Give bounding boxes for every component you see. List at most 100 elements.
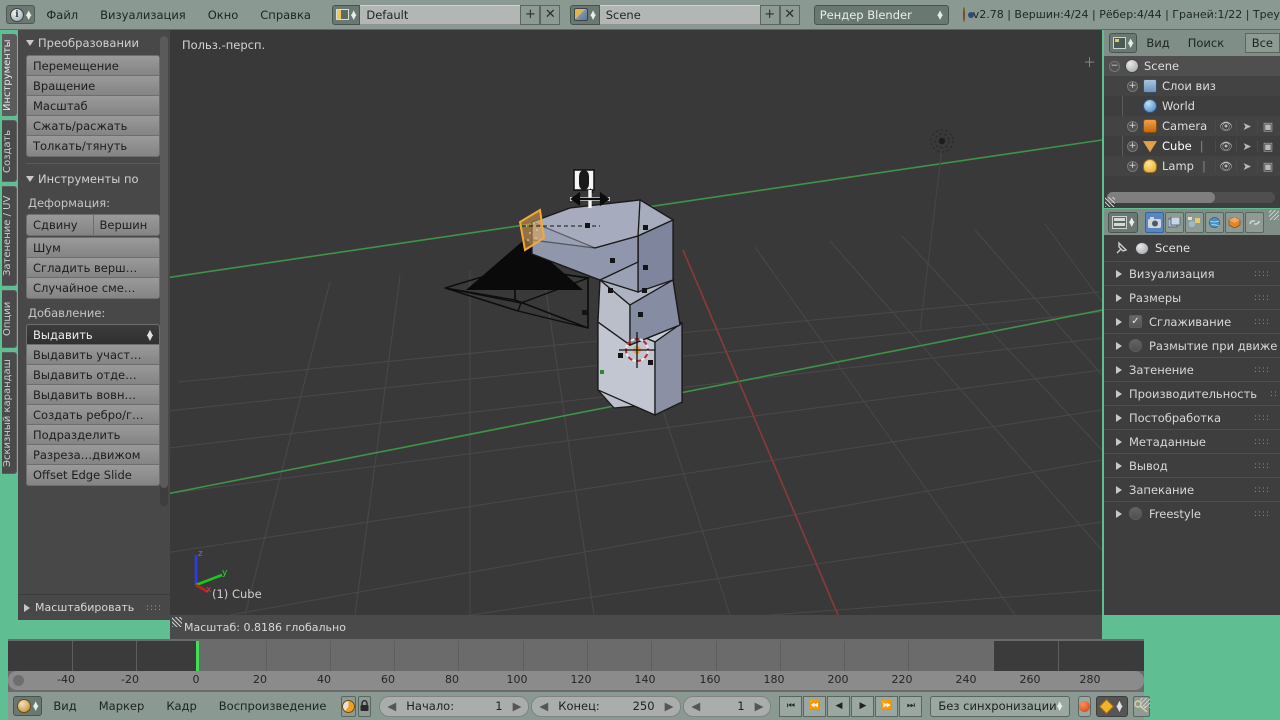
tab-scene[interactable]	[1185, 211, 1205, 233]
current-frame-field[interactable]: ◀ 1 ▶	[683, 695, 772, 717]
anti-aliasing-checkbox[interactable]: ✓	[1129, 315, 1142, 328]
jump-to-start-button[interactable]: ⏮	[779, 695, 803, 717]
delete-scene-button[interactable]: ✕	[779, 4, 800, 25]
section-motion-blur[interactable]: Размытие при движе	[1104, 333, 1280, 357]
offset-edge-slide-button[interactable]: Offset Edge Slide	[27, 465, 159, 485]
push-pull-button[interactable]: Толкать/тянуть	[27, 136, 159, 156]
expand-toggle-icon[interactable]: +	[1127, 140, 1138, 152]
section-freestyle[interactable]: Freestyle ::::	[1104, 501, 1280, 525]
extrude-dropdown-button[interactable]: Выдавить ▲ ▼	[27, 325, 159, 345]
extrude-individual-button[interactable]: Выдавить отде…	[27, 365, 159, 385]
outliner-row-cube[interactable]: + Cube | 👁 ➤ ▣	[1104, 136, 1280, 156]
timeline-ruler[interactable]: -40 -20 0 20 40 60 80 100 120 140 160 18…	[8, 671, 1144, 690]
lock-time-button[interactable]	[358, 695, 372, 717]
motion-blur-checkbox[interactable]	[1129, 339, 1142, 352]
pin-icon[interactable]	[1114, 240, 1129, 256]
end-frame-field[interactable]: ◀ Конец: 250 ▶	[531, 695, 682, 717]
scale-button[interactable]: Масштаб	[27, 96, 159, 116]
jump-to-end-button[interactable]: ⏭	[899, 695, 923, 717]
scene-browse-button[interactable]: ▲ ▼	[570, 4, 600, 25]
play-button[interactable]: ▶	[851, 695, 875, 717]
section-performance[interactable]: Производительность ::	[1104, 381, 1280, 405]
resize-grip-icon[interactable]	[1140, 698, 1150, 708]
add-scene-button[interactable]: +	[759, 4, 780, 25]
sidebar-item-create[interactable]: Создать	[2, 120, 17, 182]
jump-next-keyframe-button[interactable]: ⏩	[875, 695, 899, 717]
timeline-menu-playback[interactable]: Воспроизведение	[208, 692, 338, 720]
outliner-row-scene[interactable]: − Scene	[1104, 56, 1280, 76]
section-dimensions[interactable]: Размеры ::::	[1104, 285, 1280, 309]
timeline-editor-type-button[interactable]: ▲ ▼	[13, 696, 43, 716]
collapse-toggle-icon[interactable]: −	[1109, 60, 1120, 72]
renderable-toggle-icon[interactable]: ▣	[1257, 139, 1278, 153]
resize-grip-icon[interactable]	[1269, 210, 1279, 220]
screen-layout-name[interactable]: Default	[360, 4, 521, 25]
shear-button[interactable]: Сдвину	[27, 215, 94, 235]
shrink-fatten-button[interactable]: Сжать/расжать	[27, 116, 159, 136]
timeline-menu-view[interactable]: Вид	[42, 692, 87, 720]
visibility-toggle-icon[interactable]: 👁	[1215, 119, 1236, 133]
screen-layout-browse-button[interactable]: ▲ ▼	[331, 4, 361, 25]
section-bake[interactable]: Запекание ::::	[1104, 477, 1280, 501]
freestyle-checkbox[interactable]	[1129, 507, 1142, 520]
renderable-toggle-icon[interactable]: ▣	[1257, 119, 1278, 133]
start-frame-field[interactable]: ◀ Начало: 1 ▶	[379, 695, 530, 717]
section-output[interactable]: Вывод ::::	[1104, 453, 1280, 477]
timeline-menu-frame[interactable]: Кадр	[155, 692, 207, 720]
outliner-row-world[interactable]: World	[1104, 96, 1280, 116]
smooth-vertex-button[interactable]: Сгладить верш…	[27, 258, 159, 278]
jump-prev-keyframe-button[interactable]: ⏪	[803, 695, 827, 717]
rotate-button[interactable]: Вращение	[27, 76, 159, 96]
visibility-toggle-icon[interactable]: 👁	[1215, 159, 1236, 173]
translate-button[interactable]: Перемещение	[27, 56, 159, 76]
tab-world[interactable]	[1205, 211, 1225, 233]
subdivide-button[interactable]: Подразделить	[27, 425, 159, 445]
render-engine-dropdown[interactable]: Рендер Blender ▲ ▼	[813, 4, 949, 25]
sidebar-item-tools[interactable]: Инструменты	[2, 34, 17, 116]
menu-file[interactable]: Файл	[35, 0, 89, 30]
outliner-row-camera[interactable]: + Camera 👁 ➤ ▣	[1104, 116, 1280, 136]
loop-cut-slide-button[interactable]: Разреза…движом	[27, 445, 159, 465]
viewport-panel-toggle[interactable]: ＋	[1083, 52, 1096, 71]
resize-grip-icon[interactable]	[172, 617, 182, 627]
outliner-display-mode[interactable]: Все	[1244, 33, 1280, 53]
properties-editor-type-button[interactable]: ▲ ▼	[1108, 211, 1139, 233]
selectable-toggle-icon[interactable]: ➤	[1236, 159, 1257, 173]
outliner-row-lamp[interactable]: + Lamp | 👁 ➤ ▣	[1104, 156, 1280, 176]
use-preview-range-button[interactable]	[341, 695, 357, 717]
add-screen-layout-button[interactable]: +	[520, 4, 541, 25]
warp-button[interactable]: Вершин	[93, 215, 159, 235]
play-reverse-button[interactable]: ◀	[827, 695, 851, 717]
outliner-horizontal-scrollbar[interactable]	[1107, 192, 1275, 203]
auto-keyframe-record-button[interactable]	[1078, 695, 1092, 717]
visibility-toggle-icon[interactable]: 👁	[1215, 139, 1236, 153]
operator-panel-footer[interactable]: Масштабировать ::::	[18, 594, 170, 620]
section-post-processing[interactable]: Постобработка ::::	[1104, 405, 1280, 429]
timeline-track[interactable]	[8, 641, 1144, 671]
sidebar-item-shading-uv[interactable]: Затенение / UV	[2, 186, 17, 286]
noise-button[interactable]: Шум	[27, 238, 159, 258]
section-metadata[interactable]: Метаданные ::::	[1104, 429, 1280, 453]
keyframe-type-dropdown[interactable]: ▲ ▼	[1096, 695, 1128, 717]
sync-mode-dropdown[interactable]: Без синхронизации ▲ ▼	[930, 695, 1071, 717]
menu-help[interactable]: Справка	[249, 0, 322, 30]
expand-toggle-icon[interactable]: +	[1127, 120, 1138, 132]
outliner-menu-search[interactable]: Поиск	[1179, 30, 1233, 56]
renderable-toggle-icon[interactable]: ▣	[1257, 159, 1278, 173]
section-shading[interactable]: Затенение ::::	[1104, 357, 1280, 381]
make-edge-face-button[interactable]: Создать ребро/г…	[27, 405, 159, 425]
inset-faces-button[interactable]: Выдавить вовн…	[27, 385, 159, 405]
panel-header-mesh-tools[interactable]: Инструменты по	[18, 166, 170, 190]
toolshelf-scrollbar[interactable]	[160, 36, 168, 506]
editor-type-selector[interactable]: i ▲ ▼	[6, 5, 36, 24]
section-render[interactable]: Визуализация ::::	[1104, 261, 1280, 285]
extrude-region-button[interactable]: Выдавить участ…	[27, 345, 159, 365]
outliner-menu-view[interactable]: Вид	[1137, 30, 1178, 56]
3d-viewport[interactable]: Польз.-персп. (1) Cube ＋ z y x	[170, 30, 1102, 615]
tab-render[interactable]	[1145, 211, 1165, 233]
outliner-editor-type-button[interactable]: ▲ ▼	[1109, 33, 1138, 53]
randomize-button[interactable]: Случайное сме…	[27, 278, 159, 298]
tab-render-layers[interactable]	[1165, 211, 1185, 233]
scene-name-field[interactable]: Scene	[599, 4, 760, 25]
timeline-track-area[interactable]: -40 -20 0 20 40 60 80 100 120 140 160 18…	[8, 639, 1144, 692]
